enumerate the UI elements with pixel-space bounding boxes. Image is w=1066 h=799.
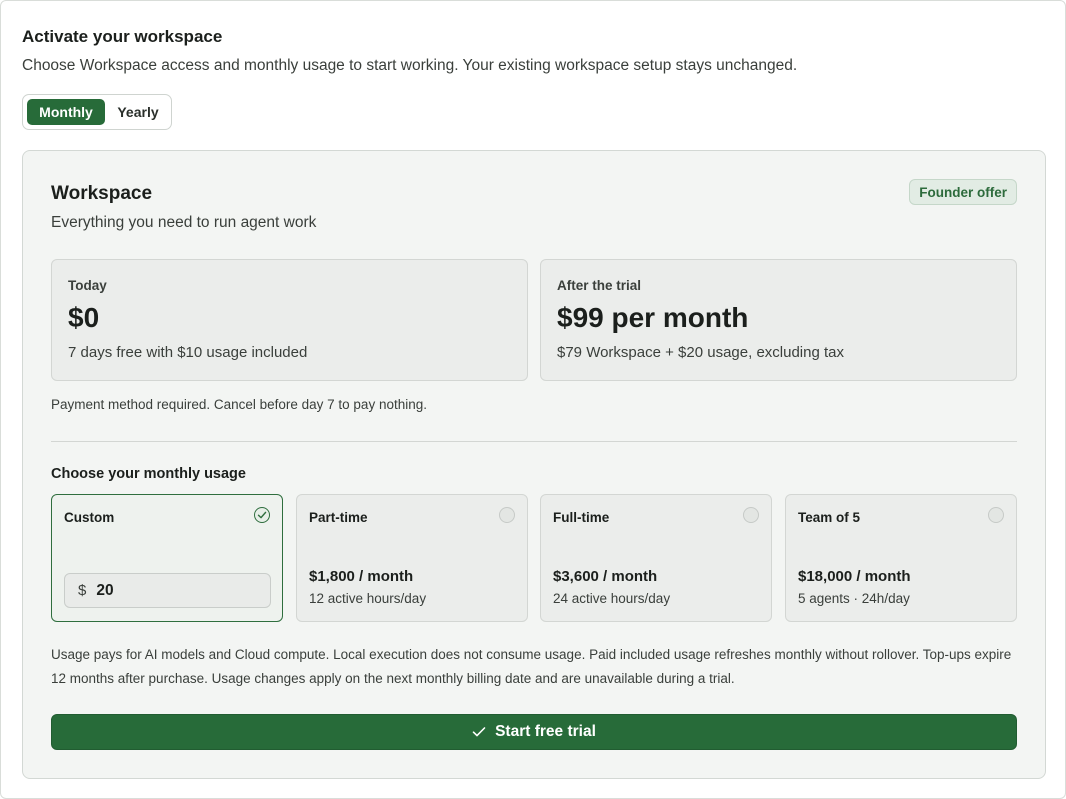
usage-section-title: Choose your monthly usage — [51, 466, 246, 482]
page-subtitle: Choose Workspace access and monthly usag… — [22, 57, 798, 74]
workspace-subtitle: Everything you need to run agent work — [51, 214, 317, 231]
radio-circle-icon[interactable] — [988, 507, 1004, 523]
billing-period-toggle: Monthly Yearly — [22, 94, 172, 130]
radio-circle-icon[interactable] — [743, 507, 759, 523]
divider — [51, 441, 1017, 442]
plan-detail: 24 active hours/day — [553, 591, 671, 606]
plan-name: Full-time — [553, 510, 610, 525]
check-icon — [472, 727, 486, 737]
plan-price: $3,600 / month — [553, 568, 658, 585]
after-trial-price-card: After the trial $99 per month $79 Worksp… — [540, 259, 1017, 381]
plan-name: Custom — [64, 510, 115, 525]
activation-dialog: Activate your workspace Choose Workspace… — [0, 0, 1066, 799]
usage-plan-team-of-5[interactable]: Team of 5 $18,000 / month 5 agents · 24h… — [785, 494, 1017, 622]
usage-plan-full-time[interactable]: Full-time $3,600 / month 24 active hours… — [540, 494, 772, 622]
radio-circle-icon[interactable] — [499, 507, 515, 523]
plan-price: $1,800 / month — [309, 568, 414, 585]
plan-name: Team of 5 — [798, 510, 861, 525]
start-free-trial-label: Start free trial — [495, 723, 596, 740]
today-note: 7 days free with $10 usage included — [68, 344, 308, 361]
monthly-toggle-button[interactable]: Monthly — [27, 99, 105, 125]
yearly-toggle-button[interactable]: Yearly — [109, 99, 167, 125]
check-circle-icon[interactable] — [254, 507, 270, 523]
after-trial-amount: $99 per month — [557, 302, 749, 333]
usage-plan-part-time[interactable]: Part-time $1,800 / month 12 active hours… — [296, 494, 528, 622]
plan-price: $18,000 / month — [798, 568, 911, 585]
after-trial-label: After the trial — [557, 278, 642, 293]
start-free-trial-button[interactable]: Start free trial — [51, 714, 1017, 750]
plan-detail: 5 agents · 24h/day — [798, 591, 910, 606]
payment-note: Payment method required. Cancel before d… — [51, 397, 427, 412]
custom-usage-field: $ — [64, 573, 271, 608]
plan-detail: 12 active hours/day — [309, 591, 427, 606]
today-amount: $0 — [68, 302, 100, 333]
today-price-card: Today $0 7 days free with $10 usage incl… — [51, 259, 528, 381]
usage-plan-custom[interactable]: Custom $ — [51, 494, 283, 622]
custom-usage-input[interactable] — [96, 581, 247, 600]
plan-name: Part-time — [309, 510, 368, 525]
workspace-panel: Workspace Everything you need to run age… — [22, 150, 1046, 779]
usage-disclaimer: Usage pays for AI models and Cloud compu… — [51, 647, 1012, 686]
today-label: Today — [68, 278, 107, 293]
currency-symbol: $ — [78, 582, 87, 599]
founder-offer-badge: Founder offer — [909, 179, 1017, 205]
after-trial-note: $79 Workspace + $20 usage, excluding tax — [557, 344, 844, 361]
workspace-title: Workspace — [51, 183, 153, 204]
page-title: Activate your workspace — [22, 27, 223, 46]
